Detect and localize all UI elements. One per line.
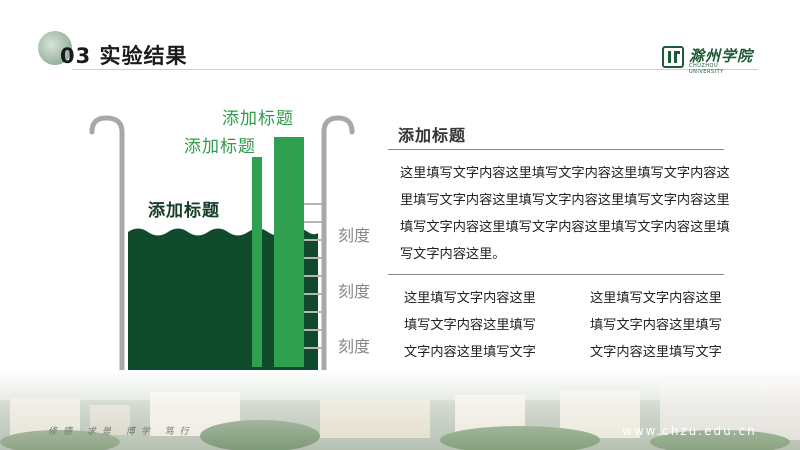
- bar-short: [252, 157, 262, 367]
- content-paragraph: 这里填写文字内容这里填写文字内容这里填写文字内容这里填写文字内容这里填写文字内容…: [400, 166, 730, 262]
- university-motto: 修德 求是 博学 笃行: [48, 427, 195, 437]
- campus-background: [0, 370, 800, 450]
- content-heading-divider: [388, 149, 724, 150]
- content-divider: [388, 274, 724, 275]
- bar-tall: [274, 137, 304, 367]
- university-website: www.chzu.edu.cn: [622, 424, 757, 438]
- tick-label: 刻度: [338, 337, 371, 356]
- water-label: 添加标题: [148, 201, 220, 221]
- tick-label: 刻度: [338, 226, 371, 245]
- content-heading: 添加标题: [398, 126, 467, 145]
- bar-tall-label: 添加标题: [222, 109, 294, 129]
- bar-short-label: 添加标题: [184, 137, 256, 157]
- tick-label: 刻度: [338, 282, 371, 301]
